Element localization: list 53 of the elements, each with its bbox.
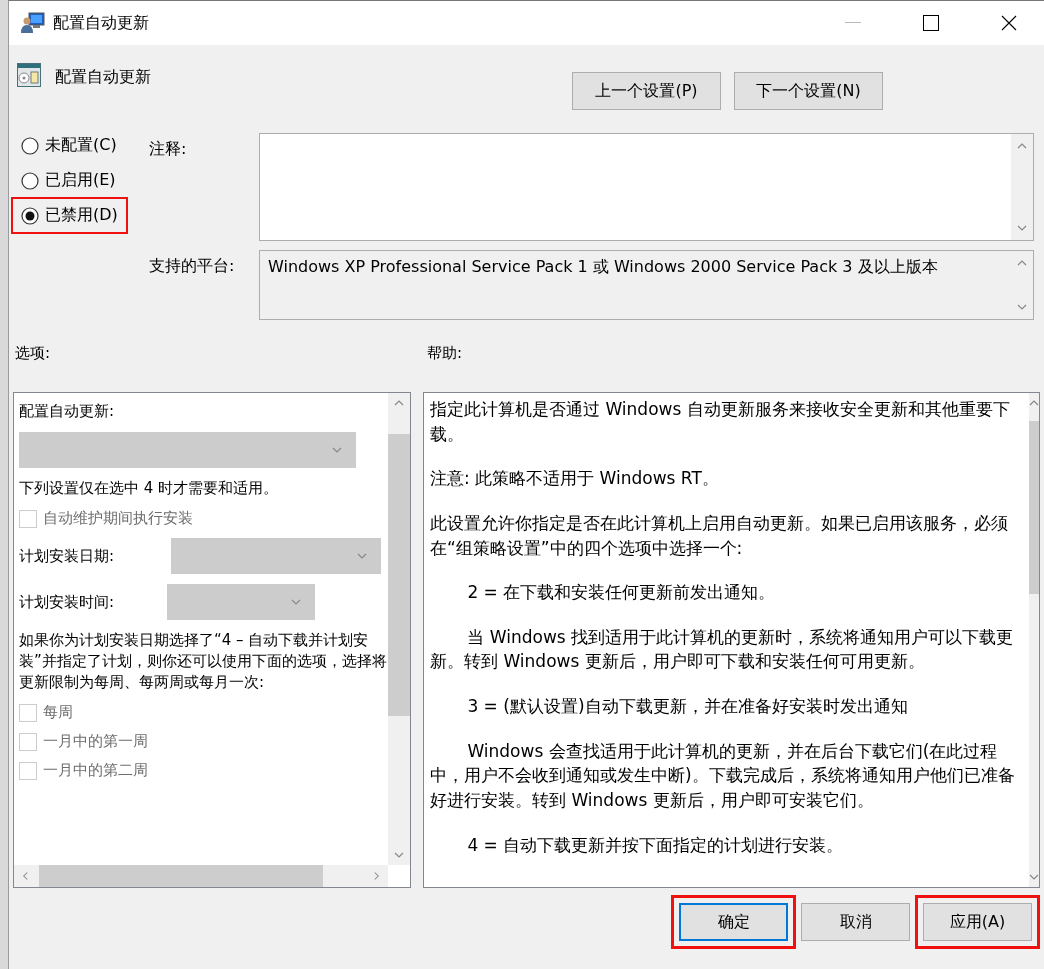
field-label: 计划安装时间: — [19, 592, 116, 612]
radio-button[interactable] — [21, 206, 39, 225]
section-label: 选项: — [15, 344, 52, 364]
nav-button[interactable]: 下一个设置(N) — [734, 72, 883, 110]
help-paragraph: Windows 会查找适用于此计算机的更新，并在后台下载它们(在此过程中，用户不会收到通知或发生中断)。下载完成后，系统将通知用户他们已准备好进行安装。转到 Windows 更新后，用户即可安装它们。 — [430, 739, 1016, 813]
help-paragraph: 3 = (默认设置)自动下载更新，并在准备好安装时发出通知 — [466, 695, 909, 719]
option-text: 下列设置仅在选中 4 时才需要和适用。 — [19, 478, 280, 499]
scroll-down-icon[interactable] — [1029, 874, 1039, 881]
option-text: 如果你为计划安装日期选择了“4 – 自动下载并计划安装”并指定了计划，则你还可以使用下面的选项，选择将更新限制为每周、每两周或每月一次: — [19, 630, 388, 693]
platform-text: Windows XP Professional Service Pack 1 或 Windows 2000 Service Pack 3 及以上版本 — [267, 256, 939, 278]
dialog-button[interactable]: 确定 — [679, 903, 788, 941]
field-label: 计划安装日期: — [19, 546, 116, 566]
scrollbar[interactable] — [14, 865, 388, 887]
scroll-up-icon[interactable] — [1017, 259, 1027, 266]
radio-label[interactable]: 未配置(C) — [45, 135, 117, 156]
help-paragraph: 2 = 在下载和安装任何更新前发出通知。 — [466, 581, 777, 605]
computer-user-icon — [21, 12, 45, 34]
scroll-down-icon[interactable] — [1017, 304, 1027, 311]
scroll-up-icon[interactable] — [1017, 142, 1027, 149]
radio-label[interactable]: 已启用(E) — [45, 170, 116, 191]
radio-button[interactable] — [21, 171, 39, 190]
scroll-left-icon[interactable] — [22, 871, 29, 881]
help-paragraph: 当 Windows 找到适用于此计算机的更新时，系统将通知用户可以下载更新。转到 Windows 更新后，用户即可下载和安装任何可用更新。 — [430, 625, 1015, 674]
help-paragraph: 4 = 自动下载更新并按下面指定的计划进行安装。 — [466, 833, 845, 857]
radio-label[interactable]: 已禁用(D) — [45, 205, 118, 226]
maximize-icon[interactable] — [923, 15, 939, 31]
scroll-up-icon[interactable] — [394, 399, 404, 406]
option-text: 配置自动更新: — [19, 401, 116, 422]
radio-button[interactable] — [21, 136, 39, 155]
scroll-right-icon[interactable] — [373, 871, 380, 881]
scroll-thumb[interactable] — [1029, 421, 1039, 595]
scrollbar[interactable] — [388, 393, 410, 865]
scroll-thumb[interactable] — [388, 433, 410, 716]
scroll-up-icon[interactable] — [1029, 399, 1039, 406]
scrollbar[interactable] — [1029, 393, 1039, 887]
policy-settings-icon — [17, 63, 41, 87]
minimize-icon[interactable] — [845, 22, 861, 24]
policy-title: 配置自动更新 — [55, 67, 151, 88]
scroll-down-icon[interactable] — [394, 852, 404, 859]
comment-field[interactable] — [259, 133, 1034, 241]
scroll-thumb[interactable] — [39, 865, 323, 887]
section-label: 帮助: — [427, 344, 463, 364]
nav-button[interactable]: 上一个设置(P) — [572, 72, 721, 110]
field-label: 支持的平台: — [149, 255, 236, 277]
dialog-button[interactable]: 取消 — [801, 903, 910, 941]
scroll-down-icon[interactable] — [1017, 225, 1027, 232]
dialog-button[interactable]: 应用(A) — [923, 903, 1032, 941]
close-icon[interactable] — [1001, 15, 1017, 31]
help-paragraph: 指定此计算机是否通过 Windows 自动更新服务来接收安全更新和其他重要下载。 — [430, 398, 1011, 446]
field-label: 注释: — [149, 138, 188, 160]
window-title: 配置自动更新 — [53, 12, 149, 34]
help-paragraph: 此设置允许你指定是否在此计算机上启用自动更新。如果已启用该服务，必须在“组策略设置”中的四个选项中选择一个: — [430, 511, 1009, 560]
help-paragraph: 注意: 此策略不适用于 Windows RT。 — [430, 467, 720, 491]
